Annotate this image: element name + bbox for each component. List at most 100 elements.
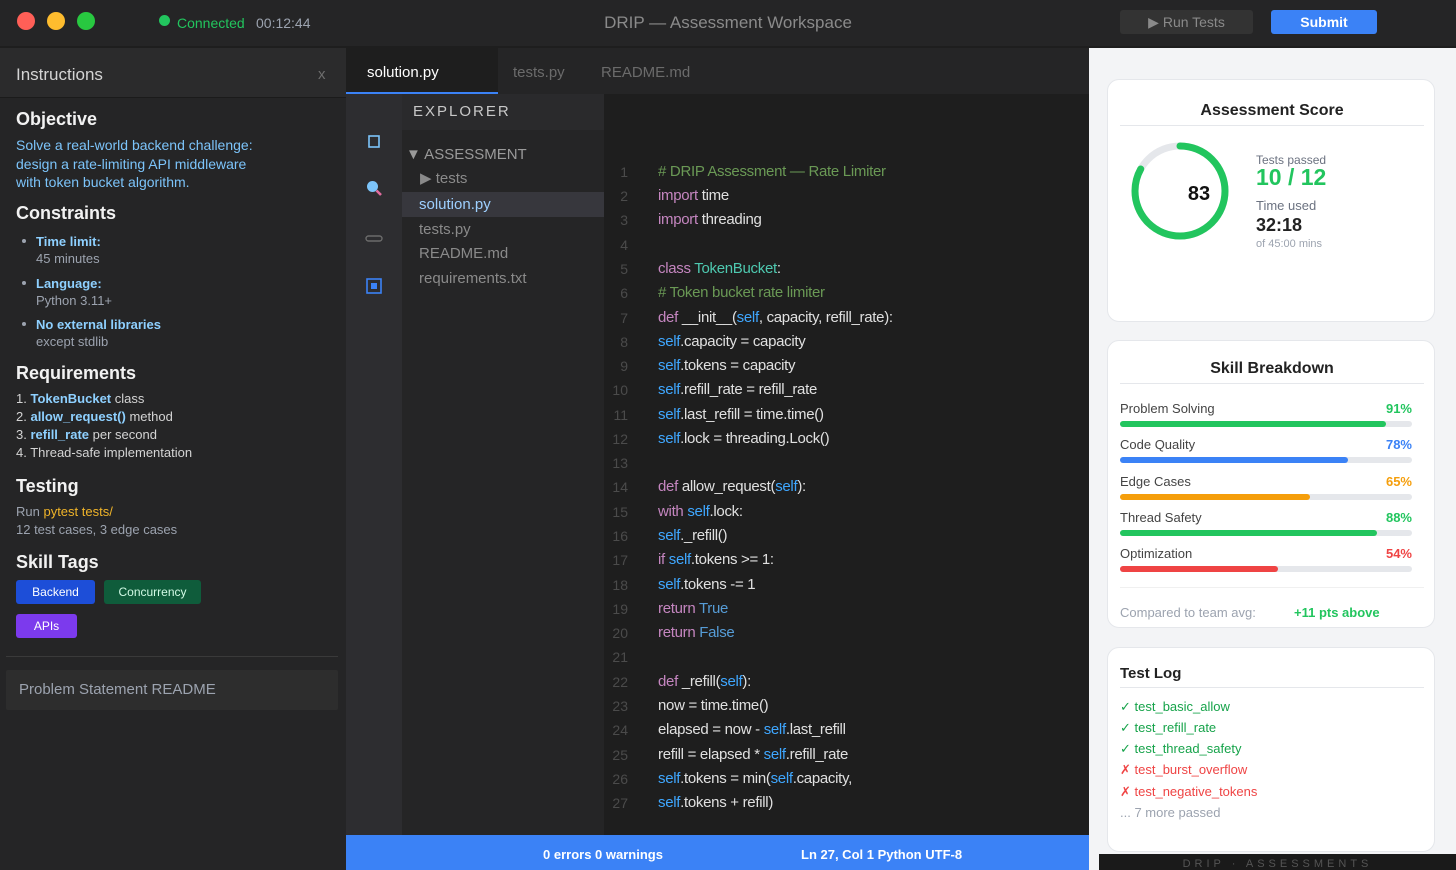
editor-tab-bar: solution.py tests.py README.md (346, 48, 1089, 94)
file-tests-py[interactable]: tests.py (402, 217, 604, 242)
requirement-item: 3. refill_rate per second (16, 427, 157, 442)
code-line: # Token bucket rate limiter (658, 284, 825, 301)
tab-tests-py[interactable]: tests.py (513, 48, 593, 94)
tag-backend[interactable]: Backend (16, 580, 95, 604)
line-number: 6 (620, 285, 628, 301)
code-line: import time (658, 187, 729, 204)
code-line: self.capacity = capacity (658, 333, 806, 350)
test-log-card: Test Log ✓ test_basic_allow ✓ test_refil… (1107, 647, 1435, 852)
code-line: def __init__(self, capacity, refill_rate… (658, 309, 893, 326)
files-icon[interactable] (364, 132, 384, 152)
line-number: 18 (612, 577, 628, 593)
test-log-title: Test Log (1120, 665, 1182, 682)
code-line: if self.tokens >= 1: (658, 551, 774, 568)
app-window: Connected 00:12:44 DRIP — Assessment Wor… (0, 0, 1456, 870)
editor-area: solution.py tests.py README.md EXPLORER … (346, 48, 1089, 835)
folder-assessment[interactable]: ▼ ASSESSMENT (402, 142, 604, 167)
requirements-heading: Requirements (16, 363, 137, 383)
skill-label: Edge Cases (1120, 474, 1191, 489)
code-line: self.last_refill = time.time() (658, 406, 824, 423)
submit-button[interactable]: Submit (1271, 10, 1377, 34)
skill-value: 78% (1385, 437, 1412, 452)
score-title: Assessment Score (1200, 102, 1344, 119)
cursor-position-status[interactable]: Ln 27, Col 1 Python UTF-8 (801, 847, 962, 862)
skill-value: 88% (1385, 510, 1412, 525)
code-line: return False (658, 624, 735, 641)
source-control-icon[interactable] (364, 228, 384, 248)
requirement-item: 4. Thread-safe implementation (16, 445, 193, 460)
close-panel-icon[interactable]: x (318, 66, 326, 83)
tag-concurrency[interactable]: Concurrency (104, 580, 201, 604)
test-log-item: ✗ test_negative_tokens (1120, 784, 1258, 799)
assessment-score-card: Assessment Score 83 Tests passed 10 / 12… (1107, 79, 1435, 322)
testing-heading: Testing (16, 476, 79, 496)
line-number: 13 (612, 455, 628, 471)
skill-bar-fill (1120, 457, 1348, 463)
time-total: of 45:00 mins (1256, 238, 1323, 250)
team-compare-value: +11 pts above (1294, 605, 1380, 620)
run-tests-button[interactable]: ▶ Run Tests (1120, 10, 1253, 34)
constraints-heading: Constraints (16, 203, 117, 223)
problems-status[interactable]: 0 errors 0 warnings (543, 847, 663, 862)
line-number: 5 (620, 261, 628, 277)
tab-readme-md[interactable]: README.md (601, 48, 721, 94)
testing-command: Run pytest tests/ (16, 504, 113, 519)
file-readme-md[interactable]: README.md (402, 241, 604, 266)
explorer-title: EXPLORER (402, 94, 604, 130)
line-number: 2 (620, 188, 628, 204)
line-number: 27 (612, 795, 628, 811)
time-used-label: Time used (1256, 198, 1317, 213)
line-number: 14 (612, 479, 628, 495)
instructions-panel: Instructions x Objective Solve a real-wo… (0, 48, 346, 870)
test-log-item: ✗ test_burst_overflow (1120, 762, 1248, 777)
extensions-icon[interactable] (364, 276, 384, 296)
tests-passed-value: 10 / 12 (1256, 164, 1327, 190)
line-number: 10 (612, 382, 628, 398)
status-bar: 0 errors 0 warnings Ln 27, Col 1 Python … (346, 835, 1089, 870)
team-compare-label: Compared to team avg: (1120, 605, 1256, 620)
line-number: 16 (612, 528, 628, 544)
line-number: 20 (612, 625, 628, 641)
skill-bar (1120, 421, 1412, 427)
test-log-item: ✓ test_refill_rate (1120, 720, 1217, 735)
skill-breakdown-card: Skill Breakdown Problem Solving 91% Code… (1107, 340, 1435, 628)
line-number: 25 (612, 747, 628, 763)
line-number: 9 (620, 358, 628, 374)
requirement-item: 2. allow_request() method (16, 409, 173, 424)
code-editor[interactable]: 1 2 3 4 5 6 7 8 9 10 11 12 13 14 15 16 1… (604, 94, 1089, 835)
skill-label: Code Quality (1120, 437, 1196, 452)
footer-brand: DRIP · ASSESSMENTS (1099, 854, 1456, 870)
skill-bar (1120, 566, 1412, 572)
divider (1120, 587, 1424, 588)
instructions-title: Instructions (16, 65, 103, 84)
tab-solution-py[interactable]: solution.py (346, 48, 498, 94)
code-line: self._refill() (658, 527, 728, 544)
code-line: refill = elapsed * self.refill_rate (658, 746, 849, 763)
requirement-item: 1. TokenBucket class (16, 391, 145, 406)
file-solution-py[interactable]: solution.py (402, 192, 604, 217)
search-icon[interactable] (364, 178, 384, 198)
objective-heading: Objective (16, 109, 98, 129)
tag-apis[interactable]: APIs (16, 614, 77, 638)
line-number: 15 (612, 504, 628, 520)
testing-description: 12 test cases, 3 edge cases (16, 522, 178, 537)
activity-bar (346, 94, 402, 835)
test-log-item: ✓ test_thread_safety (1120, 741, 1242, 756)
file-requirements-txt[interactable]: requirements.txt (402, 266, 604, 291)
line-number: 21 (612, 649, 628, 665)
line-number: 26 (612, 771, 628, 787)
skill-bar-fill (1120, 494, 1310, 500)
time-used-value: 32:18 (1256, 215, 1303, 235)
line-number: 22 (612, 674, 628, 690)
code-line: self.tokens -= 1 (658, 576, 756, 593)
code-line: self.tokens = capacity (658, 357, 796, 374)
objective-text: Solve a real-world backend challenge: de… (16, 137, 253, 190)
test-log-item: ... 7 more passed (1120, 805, 1221, 820)
line-number: 8 (620, 334, 628, 350)
code-line: with self.lock: (658, 503, 743, 520)
constraint-item: No external libraries except stdlib (22, 316, 161, 350)
folder-tests[interactable]: ▶ tests (402, 166, 604, 191)
problem-statement-readme-button[interactable]: Problem Statement README (6, 670, 338, 710)
line-number: 1 (620, 164, 628, 180)
divider (1120, 687, 1424, 688)
